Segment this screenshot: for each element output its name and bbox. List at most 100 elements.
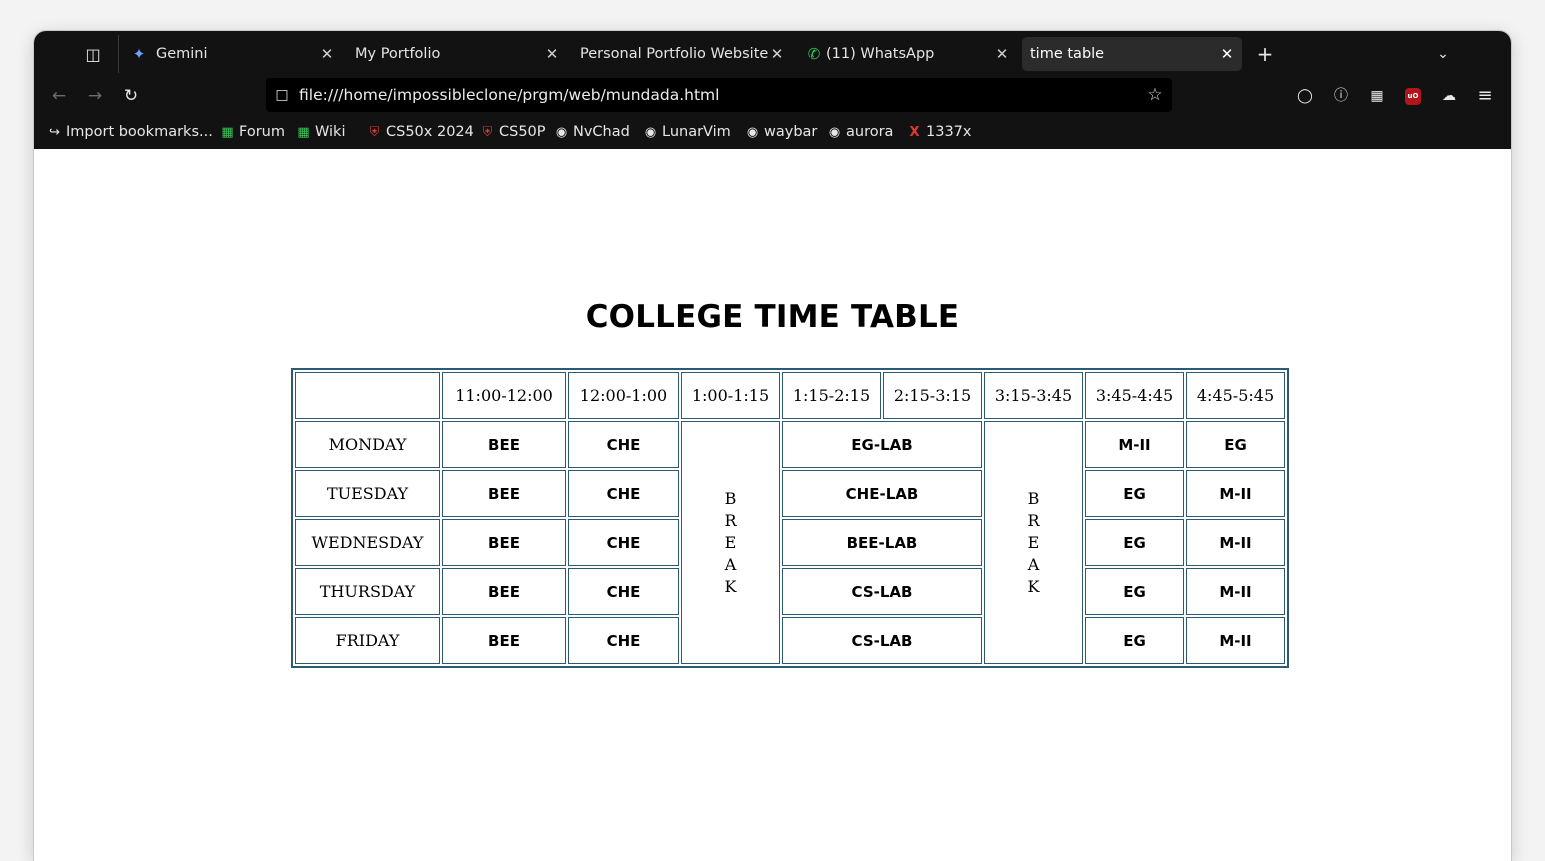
bookmark-waybar[interactable]: ◉ waybar xyxy=(745,115,818,149)
break-letter: B xyxy=(724,488,737,508)
tab-close-icon[interactable]: ✕ xyxy=(1220,37,1234,71)
url-text[interactable]: file:///home/impossibleclone/prgm/web/mu… xyxy=(299,78,719,112)
bookmark-lunarvim[interactable]: ◉ LunarVim xyxy=(643,115,731,149)
forward-arrow-icon[interactable]: → xyxy=(83,85,107,107)
bookmark-label: CS50x 2024 xyxy=(386,124,474,140)
day-cell: FRIDAY xyxy=(295,617,440,664)
extensions-puzzle-icon[interactable]: ▦ xyxy=(1366,85,1388,107)
break-letter: K xyxy=(1027,576,1040,596)
table-header-row: 11:00-12:00 12:00-1:00 1:00-1:15 1:15-2:… xyxy=(295,372,1285,419)
table-row: TUESDAY BEE CHE CHE-LAB EG M-II xyxy=(295,470,1285,517)
tab-close-icon[interactable]: ✕ xyxy=(995,37,1009,71)
bookmark-label: NvChad xyxy=(573,124,630,140)
table-row: MONDAY BEE CHE B R E A K EG-LAB B R E A … xyxy=(295,421,1285,664)
subject-cell: M-II xyxy=(1186,568,1285,615)
header-cell: 1:00-1:15 xyxy=(681,372,780,419)
break-cell: B R E A K xyxy=(984,421,1083,664)
subject-cell: M-II xyxy=(1085,421,1184,468)
tab-personal-portfolio[interactable]: Personal Portfolio Website ✕ xyxy=(572,37,792,71)
tab-label: My Portfolio xyxy=(355,46,441,62)
tab-my-portfolio[interactable]: My Portfolio ✕ xyxy=(347,37,567,71)
header-cell: 2:15-3:15 xyxy=(883,372,982,419)
break-letter: A xyxy=(724,554,737,574)
bookmark-1337x[interactable]: X 1337x xyxy=(907,115,971,149)
sidebar-toggle-icon[interactable]: ◫ xyxy=(82,44,104,66)
break-cell: B R E A K xyxy=(681,421,780,664)
address-bar[interactable]: □ file:///home/impossibleclone/prgm/web/… xyxy=(266,78,1172,112)
subject-cell: CHE xyxy=(568,519,679,566)
subject-cell: BEE xyxy=(442,519,566,566)
tab-label: (11) WhatsApp xyxy=(826,46,935,62)
subject-cell: EG xyxy=(1085,519,1184,566)
tab-label: time table xyxy=(1030,46,1105,62)
tab-close-icon[interactable]: ✕ xyxy=(545,37,559,71)
pocket-icon[interactable]: ◯ xyxy=(1294,85,1316,107)
bookmark-aurora[interactable]: ◉ aurora xyxy=(827,115,894,149)
extension-icon[interactable]: ☁ xyxy=(1438,85,1460,107)
break-letter: K xyxy=(724,576,737,596)
ublock-origin-icon[interactable]: uO xyxy=(1405,88,1421,105)
bookmark-label: CS50P xyxy=(499,124,546,140)
bookmark-label: Import bookmarks... xyxy=(66,124,213,140)
header-cell: 3:45-4:45 xyxy=(1085,372,1184,419)
bookmarks-toolbar: ↪ Import bookmarks... ▦ Forum ▦ Wiki ⛨ CS50x… xyxy=(34,115,1511,149)
header-cell: 3:15-3:45 xyxy=(984,372,1083,419)
back-arrow-icon[interactable]: ← xyxy=(47,85,71,107)
bookmark-label: LunarVim xyxy=(662,124,731,140)
browser-window: ◫ ✦ Gemini ✕ My Portfolio ✕ Personal Por… xyxy=(34,31,1511,861)
list-all-tabs-chevron-icon[interactable]: ⌄ xyxy=(1432,43,1454,65)
tab-close-icon[interactable]: ✕ xyxy=(770,37,784,71)
bookmark-wiki[interactable]: ▦ Wiki xyxy=(296,115,345,149)
new-tab-plus-icon[interactable]: + xyxy=(1254,43,1276,65)
tab-close-icon[interactable]: ✕ xyxy=(320,37,334,71)
tab-separator xyxy=(118,35,119,73)
tab-whatsapp[interactable]: ✆ (11) WhatsApp ✕ xyxy=(797,37,1017,71)
day-cell: TUESDAY xyxy=(295,470,440,517)
bookmark-import[interactable]: ↪ Import bookmarks... xyxy=(47,115,213,149)
1337x-icon: X xyxy=(909,125,920,140)
break-letter: E xyxy=(724,532,737,552)
info-icon[interactable]: ⓘ xyxy=(1330,85,1352,107)
bookmark-cs50x[interactable]: ⛨ CS50x 2024 xyxy=(367,115,474,149)
bookmark-star-icon[interactable]: ☆ xyxy=(1144,84,1166,106)
tab-label: Personal Portfolio Website xyxy=(580,46,769,62)
header-cell xyxy=(295,372,440,419)
bookmark-label: Wiki xyxy=(315,124,346,140)
github-icon: ◉ xyxy=(555,125,568,140)
header-cell: 1:15-2:15 xyxy=(782,372,881,419)
tab-time-table[interactable]: time table ✕ xyxy=(1022,37,1242,71)
gemini-sparkle-icon: ✦ xyxy=(132,45,146,63)
bookmark-label: Forum xyxy=(239,124,285,140)
bookmark-forum[interactable]: ▦ Forum xyxy=(220,115,285,149)
bookmark-label: waybar xyxy=(764,124,818,140)
day-cell: THURSDAY xyxy=(295,568,440,615)
lab-cell: EG-LAB xyxy=(782,421,982,468)
subject-cell: EG xyxy=(1085,470,1184,517)
subject-cell: EG xyxy=(1085,617,1184,664)
break-letter: R xyxy=(1027,510,1040,530)
table-row: WEDNESDAY BEE CHE BEE-LAB EG M-II xyxy=(295,519,1285,566)
menu-hamburger-icon[interactable]: ≡ xyxy=(1474,85,1496,107)
page-content: COLLEGE TIME TABLE 11:00-12:00 12:00-1:0… xyxy=(34,149,1511,861)
break-letter: A xyxy=(1027,554,1040,574)
browser-chrome: ◫ ✦ Gemini ✕ My Portfolio ✕ Personal Por… xyxy=(34,31,1511,149)
bookmark-cs50p[interactable]: ⛨ CS50P xyxy=(480,115,546,149)
day-cell: MONDAY xyxy=(295,421,440,468)
tab-gemini[interactable]: ✦ Gemini ✕ xyxy=(122,37,342,71)
break-letter: R xyxy=(724,510,737,530)
subject-cell: M-II xyxy=(1186,617,1285,664)
break-letter: E xyxy=(1027,532,1040,552)
subject-cell: BEE xyxy=(442,421,566,468)
lab-cell: BEE-LAB xyxy=(782,519,982,566)
subject-cell: BEE xyxy=(442,617,566,664)
page-title: COLLEGE TIME TABLE xyxy=(585,299,960,335)
github-icon: ◉ xyxy=(644,125,657,140)
subject-cell: CHE xyxy=(568,617,679,664)
header-cell: 11:00-12:00 xyxy=(442,372,566,419)
harvard-shield-icon: ⛨ xyxy=(482,125,493,140)
bookmark-nvchad[interactable]: ◉ NvChad xyxy=(554,115,630,149)
reload-icon[interactable]: ↻ xyxy=(119,85,143,107)
manjaro-icon: ▦ xyxy=(297,125,310,140)
tab-bar: ◫ ✦ Gemini ✕ My Portfolio ✕ Personal Por… xyxy=(34,31,1511,77)
tab-label: Gemini xyxy=(156,46,208,62)
